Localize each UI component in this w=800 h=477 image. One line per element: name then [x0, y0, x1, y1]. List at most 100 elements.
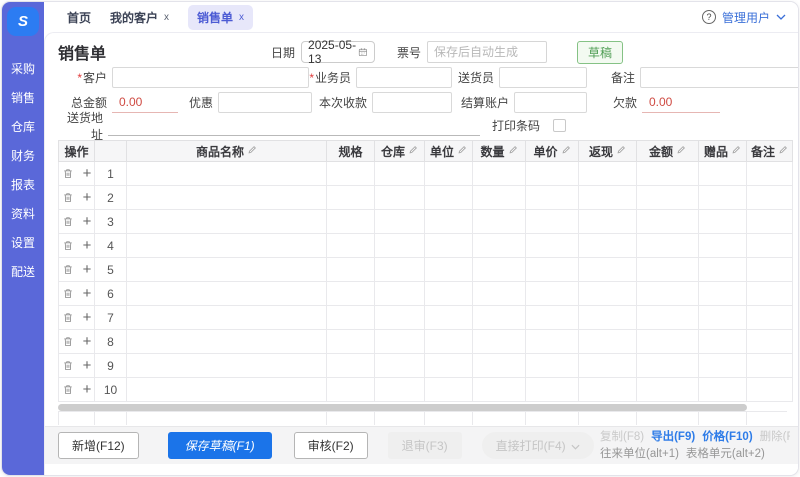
- add-row-icon[interactable]: +: [83, 334, 92, 349]
- cell-product-name[interactable]: [127, 354, 327, 378]
- cell-quantity[interactable]: [473, 378, 526, 402]
- cell-amount[interactable]: [637, 378, 699, 402]
- cell-unit[interactable]: [425, 306, 473, 330]
- cell-unit-price[interactable]: [526, 354, 579, 378]
- discount-input[interactable]: [218, 92, 312, 113]
- cell-gift[interactable]: [699, 306, 747, 330]
- cell-remark[interactable]: [747, 354, 793, 378]
- cell-cashback[interactable]: [579, 282, 637, 306]
- salesman-input[interactable]: [356, 67, 452, 88]
- cell-cashback[interactable]: [579, 186, 637, 210]
- edit-column-icon[interactable]: [676, 144, 686, 158]
- cell-product-name[interactable]: [127, 162, 327, 186]
- edit-column-icon[interactable]: [508, 144, 518, 158]
- customer-input[interactable]: [112, 67, 309, 88]
- delete-row-icon[interactable]: [62, 359, 74, 372]
- delete-row-icon[interactable]: [62, 383, 74, 396]
- cell-warehouse[interactable]: [375, 258, 425, 282]
- audit-button[interactable]: 审核(F2): [294, 432, 368, 459]
- cell-spec[interactable]: [327, 282, 375, 306]
- table-cell-link[interactable]: 表格单元(alt+2): [686, 446, 765, 463]
- cell-amount[interactable]: [637, 186, 699, 210]
- cell-spec[interactable]: [327, 234, 375, 258]
- cell-unit[interactable]: [425, 186, 473, 210]
- sidebar-item-reports[interactable]: 报表: [2, 171, 44, 200]
- add-row-icon[interactable]: +: [83, 358, 92, 373]
- cell-warehouse[interactable]: [375, 354, 425, 378]
- partner-unit-link[interactable]: 往来单位(alt+1): [600, 446, 679, 463]
- cell-unit-price[interactable]: [526, 234, 579, 258]
- cell-cashback[interactable]: [579, 210, 637, 234]
- cell-warehouse[interactable]: [375, 186, 425, 210]
- add-row-icon[interactable]: +: [83, 190, 92, 205]
- save-draft-button[interactable]: 保存草稿(F1): [168, 432, 272, 459]
- cell-unit[interactable]: [425, 330, 473, 354]
- cell-remark[interactable]: [747, 186, 793, 210]
- note-input[interactable]: [640, 67, 799, 88]
- cell-product-name[interactable]: [127, 258, 327, 282]
- cell-cashback[interactable]: [579, 258, 637, 282]
- cell-unit[interactable]: [425, 234, 473, 258]
- cell-remark[interactable]: [747, 330, 793, 354]
- print-barcode-checkbox[interactable]: [553, 119, 566, 132]
- tab-close-icon[interactable]: x: [239, 12, 244, 23]
- cell-amount[interactable]: [637, 234, 699, 258]
- cell-amount[interactable]: [637, 210, 699, 234]
- cell-spec[interactable]: [327, 354, 375, 378]
- cell-gift[interactable]: [699, 354, 747, 378]
- add-row-icon[interactable]: +: [83, 262, 92, 277]
- cell-cashback[interactable]: [579, 354, 637, 378]
- cell-unit-price[interactable]: [526, 330, 579, 354]
- cell-unit[interactable]: [425, 162, 473, 186]
- cell-quantity[interactable]: [473, 258, 526, 282]
- cell-unit[interactable]: [425, 282, 473, 306]
- cell-product-name[interactable]: [127, 186, 327, 210]
- sidebar-item-purchase[interactable]: 采购: [2, 55, 44, 84]
- add-row-icon[interactable]: +: [83, 214, 92, 229]
- cell-amount[interactable]: [637, 162, 699, 186]
- cell-unit-price[interactable]: [526, 306, 579, 330]
- chevron-down-icon[interactable]: [776, 14, 786, 20]
- cell-unit[interactable]: [425, 210, 473, 234]
- sidebar-item-warehouse[interactable]: 仓库: [2, 113, 44, 142]
- cell-unit[interactable]: [425, 354, 473, 378]
- cell-cashback[interactable]: [579, 330, 637, 354]
- cell-remark[interactable]: [747, 162, 793, 186]
- delete-row-icon[interactable]: [62, 263, 74, 276]
- delete-row-icon[interactable]: [62, 191, 74, 204]
- sidebar-item-sales[interactable]: 销售: [2, 84, 44, 113]
- delete-row-icon[interactable]: [62, 215, 74, 228]
- delete-link[interactable]: 删除(F11): [760, 429, 790, 446]
- cell-gift[interactable]: [699, 210, 747, 234]
- delete-row-icon[interactable]: [62, 167, 74, 180]
- cell-remark[interactable]: [747, 234, 793, 258]
- cell-remark[interactable]: [747, 378, 793, 402]
- cell-spec[interactable]: [327, 210, 375, 234]
- cell-warehouse[interactable]: [375, 210, 425, 234]
- cell-spec[interactable]: [327, 186, 375, 210]
- tab-sales-order[interactable]: 销售单x: [188, 5, 253, 30]
- cell-gift[interactable]: [699, 234, 747, 258]
- cell-spec[interactable]: [327, 162, 375, 186]
- deliveryman-input[interactable]: [499, 67, 587, 88]
- sidebar-item-finance[interactable]: 财务: [2, 142, 44, 171]
- cell-cashback[interactable]: [579, 234, 637, 258]
- cell-gift[interactable]: [699, 186, 747, 210]
- cell-remark[interactable]: [747, 258, 793, 282]
- help-icon[interactable]: ?: [702, 10, 716, 24]
- cell-cashback[interactable]: [579, 378, 637, 402]
- new-button[interactable]: 新增(F12): [58, 432, 139, 459]
- received-input[interactable]: [372, 92, 452, 113]
- date-input[interactable]: 2025-05-13: [301, 41, 375, 63]
- cell-unit[interactable]: [425, 258, 473, 282]
- copy-link[interactable]: 复制(F8): [600, 429, 644, 446]
- cell-warehouse[interactable]: [375, 162, 425, 186]
- edit-column-icon[interactable]: [616, 144, 626, 158]
- edit-column-icon[interactable]: [561, 144, 571, 158]
- cell-amount[interactable]: [637, 306, 699, 330]
- cell-gift[interactable]: [699, 282, 747, 306]
- cell-remark[interactable]: [747, 210, 793, 234]
- cell-quantity[interactable]: [473, 234, 526, 258]
- cell-product-name[interactable]: [127, 282, 327, 306]
- delete-row-icon[interactable]: [62, 335, 74, 348]
